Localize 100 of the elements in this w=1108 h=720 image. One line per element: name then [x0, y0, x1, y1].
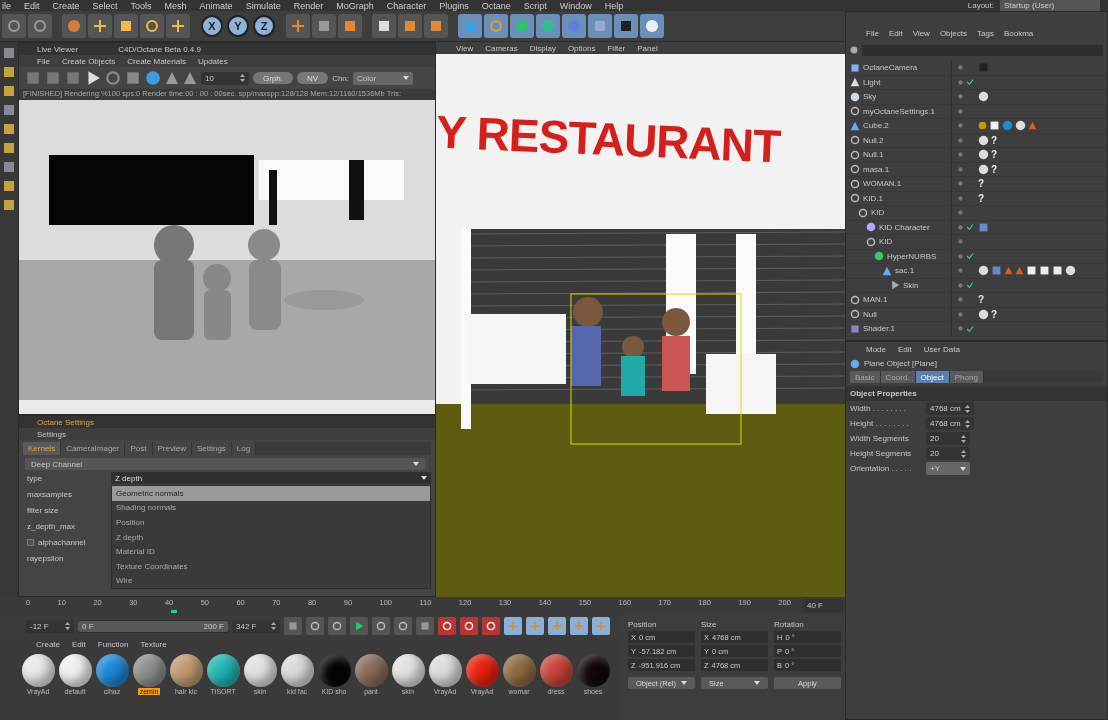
menu-item[interactable]: ile — [2, 0, 11, 11]
dropdown-option[interactable]: Material ID — [112, 544, 430, 559]
range-slider[interactable]: 0 F 200 F — [78, 620, 228, 632]
visibility-dot-icon[interactable] — [958, 282, 963, 288]
dropdown-option[interactable]: Position — [112, 515, 430, 530]
menu-item[interactable]: Create — [52, 0, 80, 11]
play-icon[interactable] — [85, 70, 101, 86]
menu-item[interactable]: Script — [523, 0, 547, 11]
number-field[interactable]: 4768 cm — [926, 417, 974, 430]
menu-item[interactable]: Display — [529, 43, 556, 53]
menu-item[interactable]: Window — [559, 0, 592, 11]
menu-item[interactable]: File — [866, 28, 879, 38]
object-name[interactable]: MAN.1 — [863, 295, 888, 305]
menu-item[interactable]: Cameras — [485, 43, 518, 53]
start-frame-field[interactable]: -12 F — [26, 619, 74, 633]
menu-item[interactable]: Create Materials — [127, 56, 186, 66]
samples-field[interactable]: 10 — [201, 71, 249, 85]
menu-item[interactable]: Select — [92, 0, 118, 11]
menu-item[interactable]: View — [912, 28, 930, 38]
menu-item[interactable]: Plugins — [439, 0, 469, 11]
material-tag-icon[interactable] — [1015, 120, 1026, 132]
menu-item[interactable]: Create Objects — [61, 56, 116, 66]
menu-item[interactable]: Bookma — [1003, 28, 1034, 38]
object-name[interactable]: Null — [863, 309, 877, 319]
dropdown-option[interactable]: Z depth — [112, 529, 430, 545]
tab[interactable]: Preview — [152, 442, 192, 455]
number-field[interactable]: 20 — [926, 447, 970, 460]
menu-item[interactable]: Updates — [197, 56, 228, 66]
menu-item[interactable]: Render — [293, 0, 324, 11]
dropdown-option[interactable]: Geometric normals — [112, 486, 430, 501]
menu-item[interactable]: Octane — [481, 0, 511, 11]
object-name[interactable]: Null.2 — [863, 135, 884, 145]
visibility-dot-icon[interactable] — [958, 195, 963, 201]
visibility-dot-icon[interactable] — [958, 181, 963, 187]
number-field[interactable]: 20 — [926, 432, 970, 445]
dropdown-option[interactable]: Texture Coordinates — [112, 558, 430, 574]
tab[interactable]: Settings — [191, 442, 232, 455]
visibility-dot-icon[interactable] — [958, 239, 963, 245]
axis-lock-button[interactable]: Y — [227, 15, 249, 37]
menu-item[interactable]: Objects — [939, 28, 967, 38]
axis-lock-button[interactable]: X — [201, 15, 223, 37]
current-frame-field[interactable]: 40 F — [803, 599, 843, 612]
menu-item[interactable]: Mode — [866, 344, 886, 354]
object-name[interactable]: Shader.1 — [863, 324, 896, 334]
object-name[interactable]: Skin — [903, 280, 919, 290]
close-icon[interactable] — [850, 46, 858, 54]
menu-item[interactable]: Texture — [140, 639, 167, 649]
type-dropdown[interactable]: Z depth — [111, 472, 431, 484]
visibility-dot-icon[interactable] — [958, 123, 963, 129]
checkbox[interactable] — [27, 538, 34, 546]
object-name[interactable]: Light — [863, 77, 881, 87]
tab[interactable]: Log — [231, 442, 257, 455]
material-tag-icon[interactable] — [978, 308, 989, 320]
menu-item[interactable]: Edit — [72, 639, 86, 649]
visibility-dot-icon[interactable] — [958, 152, 963, 158]
object-name[interactable]: sac.1 — [895, 266, 915, 276]
material-tag-icon[interactable] — [1065, 265, 1076, 277]
transport-button[interactable] — [394, 617, 412, 635]
dropdown-option[interactable]: Wire — [112, 573, 430, 589]
tab[interactable]: CameraImager — [61, 442, 126, 455]
visibility-dot-icon[interactable] — [958, 297, 963, 303]
object-name[interactable]: KID — [871, 208, 885, 218]
menu-item[interactable]: File — [37, 56, 50, 66]
dropdown[interactable]: +Y — [926, 462, 970, 475]
material-tag-icon[interactable] — [978, 163, 989, 175]
menu-item[interactable]: Panel — [637, 43, 658, 53]
transport-button[interactable] — [306, 617, 324, 635]
visibility-dot-icon[interactable] — [958, 224, 963, 230]
kernel-dropdown[interactable]: Deep Channel — [25, 458, 425, 470]
menu-item[interactable]: View — [456, 43, 474, 53]
menu-item[interactable]: Mesh — [164, 0, 187, 11]
key-button[interactable] — [460, 617, 478, 635]
dropdown-option[interactable]: Shading normals — [112, 500, 430, 516]
transport-button[interactable] — [372, 617, 390, 635]
key-button[interactable] — [482, 617, 500, 635]
tab[interactable]: Object — [915, 371, 950, 383]
object-name[interactable]: masa.1 — [863, 164, 890, 174]
visibility-dot-icon[interactable] — [958, 166, 963, 172]
object-name[interactable]: Null.1 — [863, 150, 884, 160]
visibility-dot-icon[interactable] — [958, 253, 963, 259]
material-tag-icon[interactable] — [978, 91, 989, 103]
play-button[interactable] — [350, 617, 368, 635]
menu-item[interactable]: Edit — [24, 0, 40, 11]
tab[interactable]: Post — [125, 442, 153, 455]
object-name[interactable]: myOctaneSettings.1 — [863, 106, 936, 116]
object-name[interactable]: KID Character — [879, 222, 930, 232]
menu-item[interactable]: Edit — [888, 28, 903, 38]
material-tag-icon[interactable] — [978, 265, 989, 277]
menu-item[interactable]: Animate — [199, 0, 233, 11]
object-name[interactable]: HyperNURBS — [887, 251, 937, 261]
stop-icon[interactable] — [45, 70, 61, 86]
transport-button[interactable] — [328, 617, 346, 635]
visibility-dot-icon[interactable] — [958, 326, 963, 332]
menu-item[interactable]: MoGraph — [336, 0, 374, 11]
object-name[interactable]: WOMAN.1 — [863, 179, 902, 189]
material-tag-icon[interactable] — [978, 134, 989, 146]
menu-item[interactable]: Options — [567, 43, 596, 53]
menu-item[interactable]: Simulate — [245, 0, 281, 11]
end-frame-field[interactable]: 342 F — [232, 619, 280, 633]
number-field[interactable]: 4768 cm — [926, 402, 974, 415]
